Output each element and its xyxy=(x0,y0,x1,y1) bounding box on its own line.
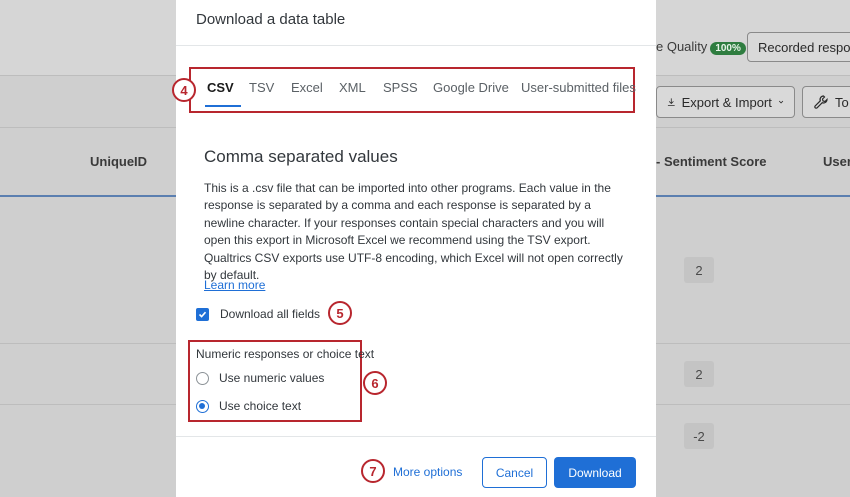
recorded-responses-label: Recorded respon xyxy=(758,39,850,55)
tools-button[interactable]: To xyxy=(802,86,850,118)
sentiment-cell: -2 xyxy=(684,423,714,449)
quality-badge: 100% xyxy=(710,42,746,55)
tab-csv[interactable]: CSV xyxy=(207,80,234,95)
tab-spss[interactable]: SPSS xyxy=(383,80,418,95)
download-button[interactable]: Download xyxy=(554,457,636,488)
tab-excel[interactable]: Excel xyxy=(291,80,323,95)
recorded-responses-button[interactable]: Recorded respon xyxy=(747,32,850,62)
more-options-link[interactable]: More options xyxy=(393,465,462,479)
download-all-fields-checkbox[interactable] xyxy=(196,307,209,321)
choice-heading: Numeric responses or choice text xyxy=(196,347,375,361)
export-import-button[interactable]: Export & Import xyxy=(656,86,795,118)
column-header-sentiment[interactable]: - Sentiment Score xyxy=(656,154,767,169)
dialog-title: Download a data table xyxy=(196,11,346,28)
quality-indicator: e Quality 100% xyxy=(656,39,746,55)
column-header-user[interactable]: User xyxy=(823,154,850,169)
wrench-icon xyxy=(814,95,828,109)
option-numeric-values[interactable]: Use numeric values xyxy=(196,371,324,385)
section-title: Comma separated values xyxy=(204,147,398,166)
dialog-footer-divider xyxy=(176,436,656,437)
dialog-header-divider xyxy=(176,45,656,46)
callout-7: 7 xyxy=(361,459,385,483)
quality-label: e Quality xyxy=(656,39,708,54)
export-import-label: Export & Import xyxy=(681,94,772,110)
sentiment-cell: 2 xyxy=(684,361,714,387)
learn-more-link[interactable]: Learn more xyxy=(204,278,265,292)
numeric-values-radio[interactable] xyxy=(196,371,209,385)
format-description: This is a .csv file that can be imported… xyxy=(204,181,623,283)
option-choice-text[interactable]: Use choice text xyxy=(196,399,301,413)
download-data-table-dialog: Download a data table CSV TSV Excel XML … xyxy=(172,0,656,497)
format-tab-bar: CSV TSV Excel XML SPSS Google Drive User… xyxy=(189,67,636,113)
column-header-uniqueid[interactable]: UniqueID xyxy=(90,154,147,169)
tab-user-submitted-files[interactable]: User-submitted files xyxy=(521,80,636,95)
download-all-fields-label: Download all fields xyxy=(220,307,321,321)
download-all-fields-row[interactable]: Download all fields xyxy=(196,307,320,321)
tab-tsv[interactable]: TSV xyxy=(249,80,274,95)
tab-google-drive[interactable]: Google Drive xyxy=(433,80,509,95)
cancel-button[interactable]: Cancel xyxy=(482,457,547,488)
numeric-values-label: Use numeric values xyxy=(219,371,325,385)
choice-text-radio[interactable] xyxy=(196,399,209,413)
sentiment-cell: 2 xyxy=(684,257,714,283)
chevron-down-icon xyxy=(778,100,784,104)
tab-xml[interactable]: XML xyxy=(339,80,366,95)
download-icon xyxy=(667,98,675,106)
choice-text-label: Use choice text xyxy=(219,399,302,413)
callout-6: 6 xyxy=(363,371,387,395)
callout-5: 5 xyxy=(328,301,352,325)
checkmark-icon xyxy=(198,311,207,318)
callout-4: 4 xyxy=(172,78,196,102)
tools-label: To xyxy=(835,94,849,110)
active-tab-indicator xyxy=(205,105,241,107)
